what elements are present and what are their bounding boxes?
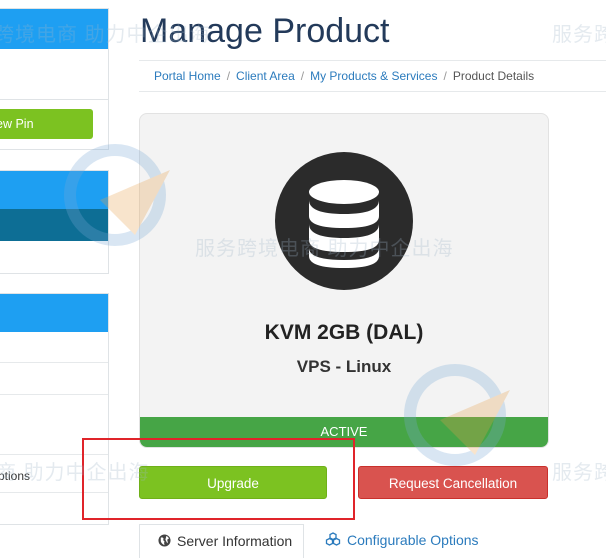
- breadcrumb-separator: /: [226, 69, 231, 83]
- divider: [0, 394, 108, 395]
- breadcrumb-products-services[interactable]: My Products & Services: [310, 69, 437, 83]
- cubes-icon: [325, 525, 341, 557]
- sidebar-panel-header: [0, 9, 108, 49]
- sidebar-item-options[interactable]: ptions: [0, 469, 30, 483]
- breadcrumb-separator: /: [443, 69, 447, 83]
- breadcrumb-portal-home[interactable]: Portal Home: [154, 69, 221, 83]
- tab-label: Server Information: [177, 533, 293, 549]
- product-group: VPS - Linux: [296, 357, 392, 376]
- breadcrumb: Portal Home / Client Area / My Products & Se…: [139, 60, 606, 92]
- divider: [0, 492, 108, 493]
- sidebar: ew Pin ptions: [0, 0, 110, 558]
- sidebar-panel-account: ew Pin: [0, 8, 109, 150]
- page-title: Manage Product: [140, 12, 390, 50]
- sidebar-panel-header: [0, 171, 108, 209]
- product-details-card: KVM 2GB (DAL) VPS - Linux ACTIVE: [139, 113, 549, 448]
- globe-icon: [158, 526, 171, 558]
- sidebar-panel-overview: [0, 170, 109, 274]
- tab-server-information[interactable]: Server Information: [139, 524, 304, 558]
- breadcrumb-client-area[interactable]: Client Area: [236, 69, 295, 83]
- upgrade-button[interactable]: Upgrade: [139, 466, 327, 499]
- tab-configurable-options[interactable]: Configurable Options: [325, 524, 479, 558]
- database-icon: [275, 152, 413, 290]
- product-name: KVM 2GB (DAL): [264, 321, 424, 344]
- divider: [0, 362, 108, 363]
- watermark-text: 服务跨: [552, 462, 606, 484]
- divider: [0, 99, 108, 100]
- divider: [0, 454, 108, 455]
- watermark-text: 服务跨: [552, 24, 606, 46]
- breadcrumb-separator: /: [300, 69, 305, 83]
- view-pin-button[interactable]: ew Pin: [0, 109, 93, 139]
- request-cancellation-button[interactable]: Request Cancellation: [358, 466, 548, 499]
- product-tabs: Server Information Configurable Options: [139, 524, 606, 558]
- sidebar-active-item[interactable]: [0, 209, 108, 241]
- breadcrumb-current: Product Details: [452, 69, 535, 83]
- status-badge: ACTIVE: [140, 417, 548, 447]
- sidebar-panel-actions: ptions: [0, 293, 109, 525]
- tab-label: Configurable Options: [347, 532, 479, 548]
- sidebar-panel-header: [0, 294, 108, 332]
